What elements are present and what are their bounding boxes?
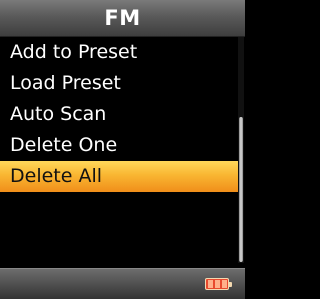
scrollbar[interactable] [238, 37, 244, 263]
screen-title: FM [104, 6, 141, 30]
fm-menu-screen: FM Add to Preset Load Preset Auto Scan D… [0, 0, 245, 299]
title-bar: FM [0, 0, 245, 37]
scrollbar-thumb[interactable] [239, 117, 243, 262]
menu-item-add-to-preset[interactable]: Add to Preset [0, 37, 238, 68]
battery-cell [215, 280, 220, 288]
options-menu: Add to Preset Load Preset Auto Scan Dele… [0, 37, 238, 192]
menu-item-load-preset[interactable]: Load Preset [0, 68, 238, 99]
battery-cell [208, 280, 213, 288]
menu-item-delete-one[interactable]: Delete One [0, 130, 238, 161]
menu-item-delete-all[interactable]: Delete All [0, 161, 238, 192]
status-bar [0, 268, 245, 299]
menu-item-auto-scan[interactable]: Auto Scan [0, 99, 238, 130]
battery-cell [222, 280, 227, 288]
battery-icon [205, 278, 232, 290]
